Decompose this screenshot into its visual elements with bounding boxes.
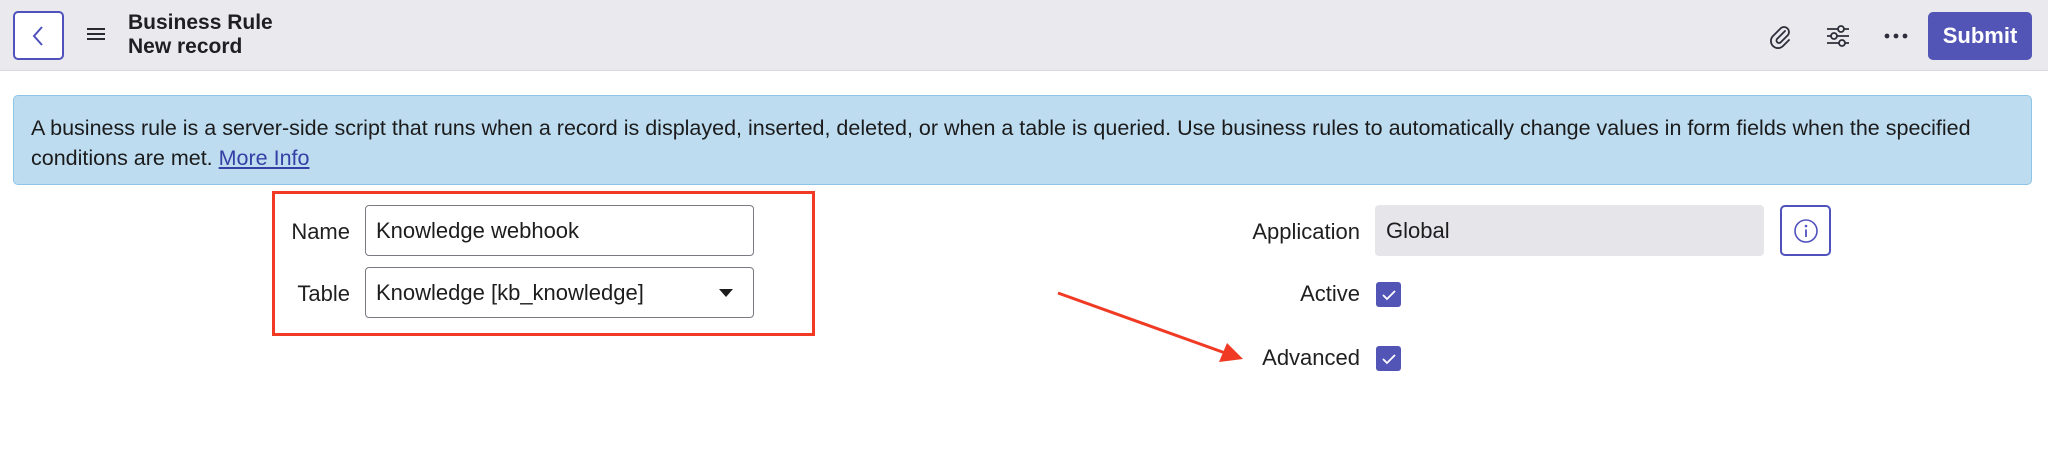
annotation-arrow [1057, 291, 1243, 362]
